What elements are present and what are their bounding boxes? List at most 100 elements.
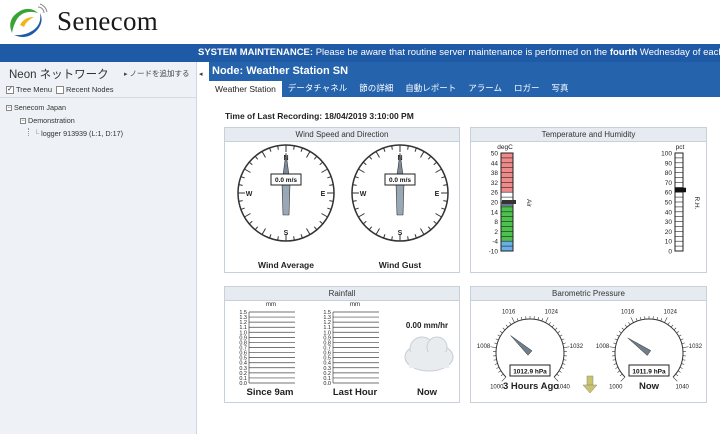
baro-past-tick: [502, 327, 506, 331]
baro-past-tick: [494, 342, 498, 345]
tree-item-logger[interactable]: └ logger 913939 (L:1, D:17): [34, 129, 123, 138]
barometric-panel-title: Barometric Pressure: [471, 287, 706, 301]
temp-tick-label: -4: [492, 239, 498, 246]
wind-average-compass-w: W: [246, 191, 253, 198]
wind-average-tick: [293, 145, 295, 150]
temp-tick-label: 38: [491, 170, 499, 177]
sidebar: Neon ネットワーク ▸ ノードを追加する ✓ Tree Menu Recent …: [0, 62, 197, 434]
temp-tick-label: 44: [491, 160, 499, 167]
last-hour-label: Last Hour: [332, 387, 378, 398]
baro-past-tick: [511, 317, 515, 323]
baro-now-tick: [673, 327, 677, 331]
rh-tick-label: 90: [665, 160, 673, 167]
baro-now-tick: [676, 331, 680, 334]
baro-past-tick: [560, 366, 564, 369]
tree-connector: [28, 128, 29, 136]
baro-now-tick: [667, 322, 670, 325]
baro-now-tick: [681, 342, 685, 345]
tree-item-demonstration[interactable]: − Demonstration: [20, 116, 75, 125]
brand-name: Senecom: [57, 6, 159, 36]
tab-logger[interactable]: ロガー: [508, 80, 546, 97]
checkbox-empty-icon: [56, 86, 64, 95]
collapse-icon[interactable]: −: [6, 105, 12, 112]
rh-tick-label: 50: [665, 200, 673, 207]
app-window: Senecom SYSTEM MAINTENANCE: Please be aw…: [0, 0, 720, 434]
rh-tick-label: 70: [665, 180, 673, 187]
sidebar-divider: [0, 97, 197, 98]
baro-past-label: 3 Hours Ago: [502, 381, 560, 392]
wind-panel-title: Wind Speed and Direction: [225, 128, 459, 142]
tab-bar: Weather Station データチャネル 節の詳細 自動レポート アラーム…: [209, 80, 720, 97]
baro-now-tick: [678, 334, 682, 337]
baro-past-tick: [499, 331, 503, 334]
rh-marker: [675, 187, 686, 193]
baro-past-tick: [496, 366, 500, 369]
rh-tick-label: 10: [665, 239, 673, 246]
add-node-button[interactable]: ▸ ノードを追加する: [124, 68, 190, 79]
temp-tick-label: 8: [494, 219, 498, 226]
arrow-head: [582, 384, 598, 394]
since-9am-label: Since 9am: [246, 387, 294, 398]
baro-now-tick: [677, 370, 681, 373]
baro-past-tick: [500, 373, 504, 377]
last-recording-time: Time of Last Recording: 18/04/2019 3:10:…: [225, 111, 414, 121]
rh-tick-label: 20: [665, 229, 673, 236]
baro-past-tick: [551, 324, 555, 328]
baro-now-tick: [682, 346, 689, 348]
wind-gust-compass-e: E: [435, 191, 440, 198]
baro-now-tick-label: 1024: [664, 310, 678, 316]
recent-nodes-checkbox[interactable]: Recent Nodes: [56, 85, 114, 95]
tab-node-details[interactable]: 節の詳細: [353, 80, 399, 97]
baro-past-tick: [554, 327, 558, 331]
collapse-sidebar-icon[interactable]: ◂: [199, 70, 203, 78]
wind-gust-tick: [443, 184, 448, 186]
temperature-panel-title: Temperature and Humidity: [471, 128, 706, 142]
wind-average-tick: [238, 200, 243, 202]
wind-gust-tick: [352, 184, 357, 186]
trend-down-arrow-icon: [582, 375, 598, 394]
rh-tick-label: 60: [665, 190, 673, 197]
baro-now-tick: [630, 317, 634, 323]
temp-tick-label: 14: [491, 209, 499, 216]
baro-now-tick: [618, 331, 622, 334]
baro-now-tick-label: 1008: [596, 344, 610, 350]
cloud-fill: [409, 352, 449, 368]
tab-data-channel[interactable]: データチャネル: [282, 80, 353, 97]
rh-tick-label: 80: [665, 170, 673, 177]
tab-auto-report[interactable]: 自動レポート: [399, 80, 462, 97]
rain-now-label: Now: [416, 387, 438, 398]
last-hour-unit: mm: [350, 302, 360, 308]
temp-air-label: Air: [525, 199, 532, 208]
tree-item-label: Senecom Japan: [14, 103, 66, 112]
baro-now-tick: [619, 373, 623, 377]
since-9am-unit: mm: [266, 302, 276, 308]
header: Senecom: [0, 0, 720, 44]
tree-menu-label: Tree Menu: [16, 85, 52, 94]
tree-item-senecom-japan[interactable]: − Senecom Japan: [6, 103, 66, 112]
tab-photos[interactable]: 写真: [546, 80, 575, 97]
maintenance-emphasis: fourth: [609, 47, 638, 58]
senecom-logo-icon[interactable]: [4, 3, 48, 43]
baro-past-tick-label: 1032: [570, 344, 584, 350]
baro-now-tick: [624, 324, 628, 328]
baro-now-tick: [675, 373, 679, 377]
tab-weather-station[interactable]: Weather Station: [209, 80, 282, 97]
baro-now-tick-label: 1032: [689, 344, 703, 350]
tab-alarm[interactable]: アラーム: [462, 80, 508, 97]
wind-gust-compass-s: S: [398, 230, 403, 237]
network-title: Neon ネットワーク: [9, 69, 109, 81]
baro-now-tick: [670, 324, 674, 328]
wind-average-label: Wind Average: [258, 260, 314, 270]
baro-past-tick: [556, 373, 560, 377]
baro-past-tick: [562, 342, 566, 345]
arrow-right-icon: ▸: [124, 71, 128, 78]
wind-average-tick: [238, 184, 243, 186]
collapse-icon[interactable]: −: [20, 118, 26, 125]
baro-now-tick-label: 1016: [621, 310, 635, 316]
temp-marker: [502, 200, 516, 204]
wind-gauges: NESW0.0 m/sNESW0.0 m/s: [237, 144, 449, 242]
baro-now-tick: [609, 346, 616, 348]
temp-tick-label: 50: [491, 151, 499, 158]
tree-menu-checkbox[interactable]: ✓ Tree Menu: [6, 85, 52, 95]
barometric-panel: Barometric Pressure 1000 1008 1016 1024 1032…: [470, 286, 707, 403]
